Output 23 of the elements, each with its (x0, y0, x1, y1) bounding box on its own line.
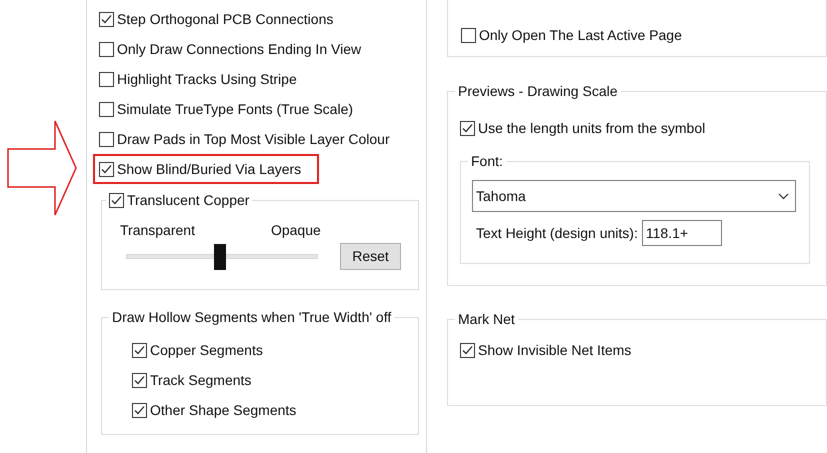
group-title: Draw Hollow Segments when 'True Width' off (112, 308, 392, 327)
checkbox-label: Other Shape Segments (150, 400, 296, 420)
checkbox-label: Copper Segments (150, 340, 263, 360)
checkbox-label: Highlight Tracks Using Stripe (117, 70, 297, 89)
checkbox-label: Track Segments (150, 370, 252, 390)
slider-label: Opaque (270, 221, 321, 240)
reset-button[interactable]: Reset (340, 243, 401, 270)
checkbox-label: Show Blind/Buried Via Layers (117, 160, 302, 179)
text-height-field[interactable]: 118.1+ (642, 220, 722, 246)
field-label: Text Height (design units): (476, 224, 638, 243)
checkbox-label: Only Draw Connections Ending In View (117, 40, 362, 59)
slider-label: Transparent (120, 221, 195, 240)
checkbox-label: Use the length units from the symbol (478, 118, 706, 138)
group-title: Translucent Copper (127, 190, 250, 210)
group-title: Previews - Drawing Scale (458, 82, 618, 101)
checkbox-label: Only Open The Last Active Page (479, 26, 682, 45)
checkbox-label: Draw Pads in Top Most Visible Layer Colour (117, 130, 390, 149)
checkbox-label: Step Orthogonal PCB Connections (117, 10, 334, 29)
group-title: Mark Net (458, 310, 515, 328)
font-dropdown[interactable]: Tahoma (472, 180, 796, 212)
checkbox-label: Simulate TrueType Fonts (True Scale) (117, 100, 354, 119)
checkbox-label: Show Invisible Net Items (478, 340, 632, 360)
group-title: Font: (471, 152, 503, 170)
